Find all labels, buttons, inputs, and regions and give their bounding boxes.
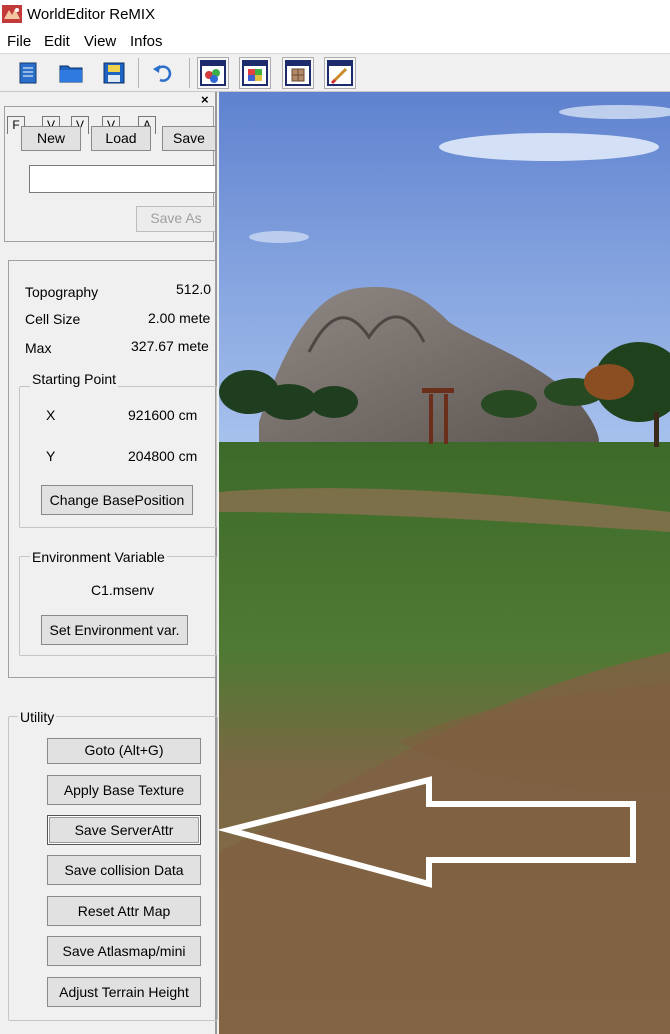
cloud [439,133,659,161]
utility-title: Utility [18,709,57,725]
environment-title: Environment Variable [30,549,167,565]
load-button[interactable]: Load [91,126,151,151]
toolbar-separator [138,58,139,88]
save-server-attr-button[interactable]: Save ServerAttr [47,815,201,845]
reset-attr-map-button[interactable]: Reset Attr Map [47,896,201,926]
paint-brush-icon[interactable] [324,57,356,89]
max-label: Max [25,340,52,356]
menu-infos[interactable]: Infos [130,33,163,50]
cell-size-value: 2.00 mete [148,310,211,326]
menu-bar: File Edit View Infos [0,30,670,54]
tree-trunk [654,412,659,447]
x-label: X [46,407,56,423]
goto-button[interactable]: Goto (Alt+G) [47,738,201,764]
x-value: 921600 cm [128,407,198,423]
new-document-icon[interactable] [12,57,44,89]
max-value: 327.67 mete [131,338,209,354]
save-button[interactable]: Save [162,126,215,151]
open-folder-icon[interactable] [55,57,87,89]
toolbar [0,54,670,92]
terrain-viewport[interactable] [219,92,670,1034]
topography-label: Topography [25,284,99,300]
object-view-icon[interactable] [282,57,314,89]
save-collision-data-button[interactable]: Save collision Data [47,855,201,885]
cloud [249,231,309,243]
undo-icon[interactable] [147,57,179,89]
title-bar: WorldEditor ReMIX [0,0,670,30]
texture-view-icon[interactable] [239,57,271,89]
terrain-view-icon[interactable] [197,57,229,89]
topography-value: 512.0 [176,281,212,297]
menu-edit[interactable]: Edit [44,33,70,50]
apply-base-texture-button[interactable]: Apply Base Texture [47,775,201,805]
change-base-position-button[interactable]: Change BasePosition [41,485,193,515]
save-atlasmap-button[interactable]: Save Atlasmap/mini [47,936,201,966]
starting-point-title: Starting Point [30,371,119,387]
new-button[interactable]: New [21,126,81,151]
save-as-button[interactable]: Save As [136,206,215,232]
save-disk-icon[interactable] [98,57,130,89]
left-panel: × F V V V A New Load Save Save As Topogr… [0,92,218,1034]
toolbar-separator [189,58,190,88]
worldeditor-app-icon [2,5,22,23]
window-title: WorldEditor ReMIX [27,6,156,23]
close-icon[interactable]: × [201,92,209,107]
set-environment-button[interactable]: Set Environment var. [41,615,188,645]
environment-value: C1.msenv [91,582,155,598]
menu-view[interactable]: View [84,33,116,50]
cell-size-label: Cell Size [25,311,81,327]
y-value: 204800 cm [128,448,198,464]
menu-file[interactable]: File [7,33,31,50]
y-label: Y [46,448,56,464]
adjust-terrain-height-button[interactable]: Adjust Terrain Height [47,977,201,1007]
map-path-input[interactable] [29,165,215,193]
